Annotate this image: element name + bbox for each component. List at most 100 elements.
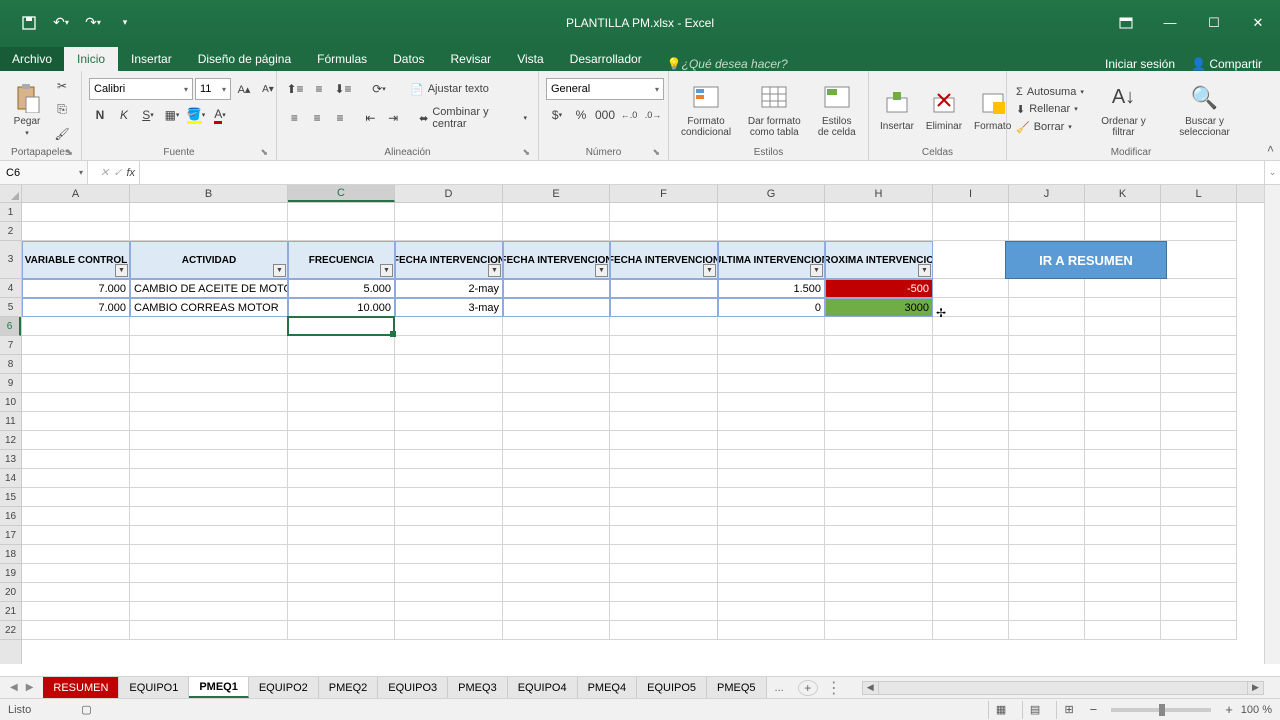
align-right-icon[interactable]: ≡ bbox=[330, 107, 351, 129]
table-cell[interactable]: 7.000 bbox=[22, 298, 130, 317]
sheet-tab-equipo3[interactable]: EQUIPO3 bbox=[378, 677, 448, 698]
select-all-corner[interactable] bbox=[0, 185, 22, 203]
merge-center-button[interactable]: ⬌ Combinar y centrar ▾ bbox=[415, 104, 531, 132]
table-header-cell[interactable]: FECHA INTERVENCION▼ bbox=[610, 241, 718, 279]
decrease-font-icon[interactable]: A▾ bbox=[257, 78, 279, 100]
table-header-cell[interactable]: FRECUENCIA▼ bbox=[288, 241, 395, 279]
sheet-tab-pmeq5[interactable]: PMEQ5 bbox=[707, 677, 767, 698]
sheet-tab-equipo2[interactable]: EQUIPO2 bbox=[249, 677, 319, 698]
zoom-level[interactable]: 100 % bbox=[1241, 704, 1272, 716]
add-sheet-button[interactable]: + bbox=[798, 680, 818, 696]
row-header-20[interactable]: 20 bbox=[0, 583, 21, 602]
cell-styles-button[interactable]: Estilos de celda bbox=[810, 80, 863, 140]
tab-revisar[interactable]: Revisar bbox=[438, 47, 505, 71]
zoom-in-button[interactable]: + bbox=[1225, 702, 1233, 717]
filter-arrow-icon[interactable]: ▼ bbox=[703, 264, 716, 277]
align-left-icon[interactable]: ≡ bbox=[284, 107, 305, 129]
wrap-text-button[interactable]: 📄 Ajustar texto bbox=[406, 81, 493, 98]
table-cell[interactable]: 10.000 bbox=[288, 298, 395, 317]
align-center-icon[interactable]: ≡ bbox=[307, 107, 328, 129]
filter-arrow-icon[interactable]: ▼ bbox=[810, 264, 823, 277]
launcher-icon[interactable]: ⬊ bbox=[522, 147, 530, 158]
page-break-view-button[interactable]: ⊞ bbox=[1056, 701, 1082, 719]
find-select-button[interactable]: 🔍Buscar y seleccionar bbox=[1159, 80, 1250, 140]
tab-vista[interactable]: Vista bbox=[504, 47, 556, 71]
align-middle-icon[interactable]: ≡ bbox=[308, 78, 330, 100]
tab-insertar[interactable]: Insertar bbox=[118, 47, 185, 71]
row-header-8[interactable]: 8 bbox=[0, 355, 21, 374]
align-top-icon[interactable]: ⬆≡ bbox=[284, 78, 306, 100]
ir-a-resumen-button[interactable]: IR A RESUMEN bbox=[1005, 241, 1167, 279]
borders-icon[interactable]: ▦▾ bbox=[161, 104, 183, 126]
column-header-L[interactable]: L bbox=[1161, 185, 1237, 202]
clear-button[interactable]: 🧹 Borrar ▾ bbox=[1012, 119, 1088, 136]
zoom-out-button[interactable]: − bbox=[1090, 702, 1098, 717]
fill-button[interactable]: ⬇ Rellenar ▾ bbox=[1012, 101, 1088, 118]
indent-increase-icon[interactable]: ⇥ bbox=[383, 107, 404, 129]
paste-button[interactable]: Pegar ▾ bbox=[5, 80, 49, 139]
fx-icon[interactable]: fx bbox=[126, 167, 135, 179]
row-header-3[interactable]: 3 bbox=[0, 241, 21, 279]
cut-icon[interactable]: ✂ bbox=[51, 75, 73, 97]
row-header-9[interactable]: 9 bbox=[0, 374, 21, 393]
indent-decrease-icon[interactable]: ⇤ bbox=[360, 107, 381, 129]
table-cell[interactable]: 3000 bbox=[825, 298, 933, 317]
table-cell[interactable] bbox=[610, 298, 718, 317]
format-as-table-button[interactable]: Dar formato como tabla bbox=[738, 80, 810, 140]
column-header-A[interactable]: A bbox=[22, 185, 130, 202]
row-header-5[interactable]: 5 bbox=[0, 298, 21, 317]
tab-inicio[interactable]: Inicio bbox=[64, 47, 118, 71]
grid-cells[interactable]: VARIABLE CONTROL▼ACTIVIDAD▼FRECUENCIA▼FE… bbox=[22, 203, 1264, 664]
row-header-18[interactable]: 18 bbox=[0, 545, 21, 564]
table-header-cell[interactable]: FECHA INTERVENCION▼ bbox=[395, 241, 503, 279]
maximize-button[interactable]: ☐ bbox=[1192, 0, 1236, 45]
row-headers[interactable]: 12345678910111213141516171819202122 bbox=[0, 203, 22, 664]
row-header-4[interactable]: 4 bbox=[0, 279, 21, 298]
macro-record-icon[interactable]: ▢ bbox=[81, 703, 91, 716]
table-cell[interactable]: 3-may bbox=[395, 298, 503, 317]
currency-icon[interactable]: $▾ bbox=[546, 104, 568, 126]
launcher-icon[interactable]: ⬊ bbox=[652, 147, 660, 158]
row-header-17[interactable]: 17 bbox=[0, 526, 21, 545]
table-header-cell[interactable]: ACTIVIDAD▼ bbox=[130, 241, 288, 279]
name-box[interactable]: C6▾ bbox=[0, 161, 88, 184]
filter-arrow-icon[interactable]: ▼ bbox=[488, 264, 501, 277]
bold-button[interactable]: N bbox=[89, 104, 111, 126]
row-header-1[interactable]: 1 bbox=[0, 203, 21, 222]
filter-arrow-icon[interactable]: ▼ bbox=[380, 264, 393, 277]
horizontal-scrollbar[interactable]: ◀ ▶ bbox=[862, 681, 1264, 695]
sheet-tab-resumen[interactable]: RESUMEN bbox=[43, 677, 119, 698]
font-size-combo[interactable]: 11▾ bbox=[195, 78, 231, 100]
column-header-E[interactable]: E bbox=[503, 185, 610, 202]
table-header-cell[interactable]: PROXIMA INTERVENCION▼ bbox=[825, 241, 933, 279]
sheet-tab-pmeq1[interactable]: PMEQ1 bbox=[189, 677, 249, 698]
tab-desarrollador[interactable]: Desarrollador bbox=[557, 47, 655, 71]
filter-arrow-icon[interactable]: ▼ bbox=[918, 264, 931, 277]
table-cell[interactable]: 1.500 bbox=[718, 279, 825, 298]
save-icon[interactable] bbox=[20, 14, 38, 32]
zoom-slider[interactable] bbox=[1111, 708, 1211, 712]
redo-icon[interactable]: ↷▾ bbox=[84, 14, 102, 32]
font-name-combo[interactable]: Calibri▾ bbox=[89, 78, 193, 100]
tell-me-search[interactable]: ¿Qué desea hacer? bbox=[682, 57, 788, 71]
sheet-tab-pmeq4[interactable]: PMEQ4 bbox=[578, 677, 638, 698]
italic-button[interactable]: K bbox=[113, 104, 135, 126]
table-header-cell[interactable]: ULTIMA INTERVENCION▼ bbox=[718, 241, 825, 279]
cancel-formula-icon[interactable]: ✕ bbox=[100, 166, 109, 179]
underline-button[interactable]: S▾ bbox=[137, 104, 159, 126]
page-layout-view-button[interactable]: ▤ bbox=[1022, 701, 1048, 719]
sheet-tab-pmeq3[interactable]: PMEQ3 bbox=[448, 677, 508, 698]
enter-formula-icon[interactable]: ✓ bbox=[113, 166, 122, 179]
sheet-tab-equipo4[interactable]: EQUIPO4 bbox=[508, 677, 578, 698]
column-header-J[interactable]: J bbox=[1009, 185, 1085, 202]
share-button[interactable]: 👤 Compartir bbox=[1191, 57, 1262, 71]
autosum-button[interactable]: Σ Autosuma ▾ bbox=[1012, 84, 1088, 100]
undo-icon[interactable]: ↶▾ bbox=[52, 14, 70, 32]
table-cell[interactable]: CAMBIO DE ACEITE DE MOTOR bbox=[130, 279, 288, 298]
column-header-H[interactable]: H bbox=[825, 185, 933, 202]
copy-icon[interactable]: ⎘ bbox=[51, 99, 73, 121]
column-header-F[interactable]: F bbox=[610, 185, 718, 202]
filter-arrow-icon[interactable]: ▼ bbox=[273, 264, 286, 277]
row-header-15[interactable]: 15 bbox=[0, 488, 21, 507]
row-header-16[interactable]: 16 bbox=[0, 507, 21, 526]
